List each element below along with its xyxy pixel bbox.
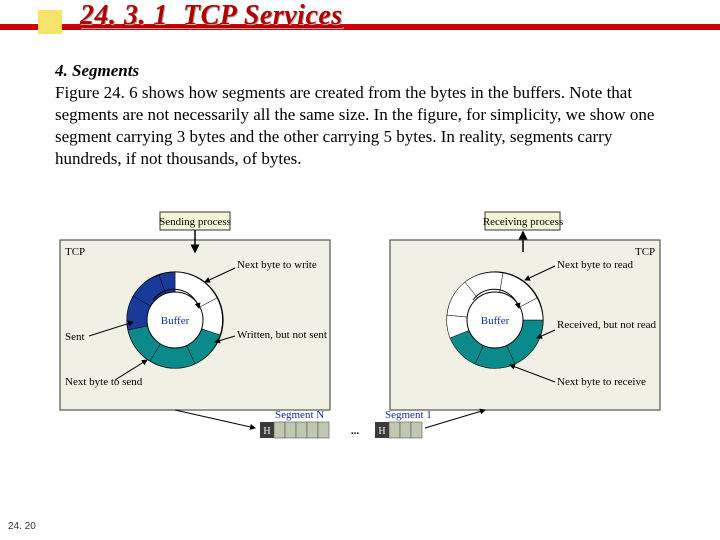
segment-n-header: H (263, 426, 270, 437)
receiving-buffer-wheel: Buffer (447, 272, 543, 368)
segment-n-label: Segment N (275, 409, 324, 421)
annot-next-send: Next byte to send (65, 376, 143, 388)
receiving-process-label: Receiving process (483, 216, 563, 228)
annot-next-write: Next byte to write (237, 259, 317, 271)
annot-received: Received, but not read (557, 319, 656, 331)
section-title: 24. 3. 1 TCP Services (80, 0, 343, 32)
subheading: 4. Segments (55, 60, 675, 82)
annot-next-receive: Next byte to receive (557, 376, 646, 388)
sending-process-label: Sending process (159, 216, 231, 228)
segment-n: H (260, 422, 329, 438)
section-name: TCP Services (183, 0, 343, 31)
right-box-label: TCP (635, 246, 655, 258)
sending-buffer-label: Buffer (161, 315, 190, 327)
page-number: 24. 20 (8, 521, 36, 532)
segment-ellipsis: ... (351, 425, 360, 437)
annot-sent: Sent (65, 331, 85, 343)
body-text: 4. Segments Figure 24. 6 shows how segme… (55, 60, 675, 170)
left-box-label: TCP (65, 246, 85, 258)
figure-24-6: TCP Sending process Buffer Next byte to … (55, 210, 665, 470)
paragraph: Figure 24. 6 shows how segments are crea… (55, 82, 675, 170)
receiving-buffer-label: Buffer (481, 315, 510, 327)
header-accent-square (38, 10, 62, 34)
segment-1-header: H (378, 426, 385, 437)
section-number: 24. 3. 1 (80, 0, 168, 31)
annot-next-read: Next byte to read (557, 259, 634, 271)
segment-1-label: Segment 1 (385, 409, 432, 421)
sending-buffer-wheel: Buffer (127, 272, 223, 368)
annot-written-not-sent: Written, but not sent (237, 329, 327, 341)
segment-1: H (375, 422, 422, 438)
